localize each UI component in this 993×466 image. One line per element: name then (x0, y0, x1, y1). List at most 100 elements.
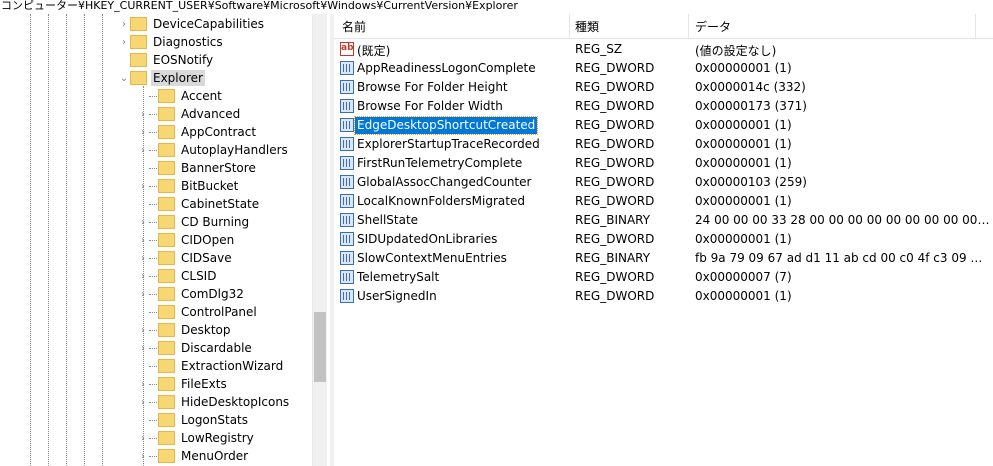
string-value-icon: ab (340, 42, 354, 56)
collapse-chevron-icon[interactable]: ⌄ (118, 69, 130, 87)
binary-value-icon (340, 137, 354, 151)
expand-chevron-icon[interactable]: › (137, 123, 149, 141)
expand-chevron-icon[interactable]: › (137, 267, 149, 285)
tree-item-comdlg32[interactable]: › ComDlg32 (137, 285, 246, 303)
tree-item-cd-burning[interactable]: › CD Burning (137, 213, 251, 231)
tree-item-label: CIDSave (181, 251, 232, 265)
tree-item-clsid[interactable]: › CLSID (137, 267, 218, 285)
value-type: REG_DWORD (575, 194, 655, 208)
tree-item-label: BannerStore (181, 161, 256, 175)
tree-scrollbar-thumb[interactable] (314, 312, 326, 382)
tree-connector (149, 311, 157, 313)
tree-item-fileexts[interactable]: › FileExts (137, 375, 229, 393)
no-expander (137, 357, 149, 375)
tree-connector (149, 239, 157, 241)
value-name: ShellState (357, 213, 419, 227)
expand-chevron-icon[interactable]: › (137, 375, 149, 393)
expand-chevron-icon[interactable]: › (137, 177, 149, 195)
tree-item-advanced[interactable]: › Advanced (137, 105, 242, 123)
value-row[interactable]: LocalKnownFoldersMigrated REG_DWORD 0x0000… (334, 192, 993, 211)
value-row[interactable]: UserSignedIn REG_DWORD 0x00000001 (1) (334, 287, 993, 306)
tree-item-desktop[interactable]: › Desktop (137, 321, 233, 339)
expand-chevron-icon[interactable]: › (137, 285, 149, 303)
column-header-data[interactable]: データ (695, 18, 731, 35)
tree-connector (149, 419, 157, 421)
tree-item-lowregistry[interactable]: › LowRegistry (137, 429, 256, 447)
folder-icon (158, 269, 175, 283)
value-row[interactable]: TelemetrySalt REG_DWORD 0x00000007 (7) (334, 268, 993, 287)
expand-chevron-icon[interactable]: › (137, 141, 149, 159)
expand-chevron-icon[interactable]: › (137, 393, 149, 411)
tree-item-accent[interactable]: Accent (137, 87, 224, 105)
value-row[interactable]: Browse For Folder Height REG_DWORD 0x00000… (334, 78, 993, 97)
binary-value-icon (340, 213, 354, 227)
expand-chevron-icon[interactable]: › (137, 447, 149, 465)
no-expander (137, 159, 149, 177)
value-row[interactable]: SIDUpdatedOnLibraries REG_DWORD 0x00000001… (334, 230, 993, 249)
tree-item-controlpanel[interactable]: ControlPanel (137, 303, 259, 321)
folder-icon (158, 341, 175, 355)
expand-chevron-icon[interactable]: › (137, 249, 149, 267)
expand-chevron-icon[interactable]: › (118, 33, 130, 51)
value-row[interactable]: FirstRunTelemetryComplete REG_DWORD 0x0000… (334, 154, 993, 173)
tree-item-diagnostics[interactable]: › Diagnostics (118, 33, 225, 51)
value-data: 0x00000001 (1) (695, 61, 792, 75)
expand-chevron-icon[interactable]: › (137, 231, 149, 249)
tree-connector (149, 293, 157, 295)
tree-item-label: ControlPanel (181, 305, 257, 319)
expand-chevron-icon[interactable]: › (118, 15, 130, 33)
value-row[interactable]: SlowContextMenuEntries REG_BINARY fb 9a 79… (334, 249, 993, 268)
tree-item-cabinetstate[interactable]: CabinetState (137, 195, 261, 213)
expand-chevron-icon[interactable]: › (137, 105, 149, 123)
value-name: GlobalAssocChangedCounter (357, 175, 532, 189)
tree-item-label: Explorer (151, 70, 205, 86)
column-header-name[interactable]: 名前 (342, 18, 366, 35)
value-type: REG_DWORD (575, 80, 655, 94)
expand-chevron-icon[interactable]: › (137, 429, 149, 447)
tree-item-label: Diagnostics (153, 35, 223, 49)
folder-icon (158, 413, 175, 427)
tree-item-cidopen[interactable]: › CIDOpen (137, 231, 236, 249)
tree-item-label: LowRegistry (181, 431, 254, 445)
value-row[interactable]: ab (既定) REG_SZ (値の設定なし) (334, 40, 993, 59)
tree-item-cidsave[interactable]: › CIDSave (137, 249, 234, 267)
folder-icon (130, 17, 147, 31)
folder-icon (130, 35, 147, 49)
tree-connector (149, 95, 157, 97)
tree-scrollbar[interactable] (312, 14, 327, 466)
tree-item-bitbucket[interactable]: › BitBucket (137, 177, 240, 195)
tree-item-appcontract[interactable]: › AppContract (137, 123, 258, 141)
folder-icon (158, 431, 175, 445)
tree-item-label: CLSID (181, 269, 217, 283)
tree-item-explorer[interactable]: ⌄ Explorer (118, 69, 205, 87)
address-bar[interactable]: コンピューター¥HKEY_CURRENT_USER¥Software¥Micro… (0, 0, 993, 14)
tree-item-discardable[interactable]: › Discardable (137, 339, 254, 357)
folder-icon (158, 107, 175, 121)
expand-chevron-icon[interactable]: › (137, 213, 149, 231)
folder-icon (158, 449, 175, 463)
value-row[interactable]: GlobalAssocChangedCounter REG_DWORD 0x0000… (334, 173, 993, 192)
value-type: REG_DWORD (575, 118, 655, 132)
tree-item-extractionwizard[interactable]: ExtractionWizard (137, 357, 285, 375)
tree-item-label: Accent (181, 89, 222, 103)
tree-item-logonstats[interactable]: LogonStats (137, 411, 250, 429)
tree-item-menuorder[interactable]: › MenuOrder (137, 447, 250, 465)
tree-item-label: CIDOpen (181, 233, 235, 247)
folder-icon (158, 233, 175, 247)
tree-item-eosnotify[interactable]: EOSNotify (118, 51, 215, 69)
value-row[interactable]: Browse For Folder Width REG_DWORD 0x000001… (334, 97, 993, 116)
column-header-type[interactable]: 種類 (575, 18, 599, 35)
value-row[interactable]: EdgeDesktopShortcutCreated REG_DWORD 0x000… (334, 116, 993, 135)
value-row[interactable]: ShellState REG_BINARY 24 00 00 00 33 28 00… (334, 211, 993, 230)
value-row[interactable]: ExplorerStartupTraceRecorded REG_DWORD 0x0… (334, 135, 993, 154)
expand-chevron-icon[interactable]: › (137, 339, 149, 357)
tree-item-autoplayhandlers[interactable]: › AutoplayHandlers (137, 141, 290, 159)
value-data: 0x00000001 (1) (695, 289, 792, 303)
tree-item-hidedesktopicons[interactable]: › HideDesktopIcons (137, 393, 291, 411)
value-row[interactable]: AppReadinessLogonComplete REG_DWORD 0x0000… (334, 59, 993, 78)
expand-chevron-icon[interactable]: › (137, 321, 149, 339)
tree-item-bannerstore[interactable]: BannerStore (137, 159, 258, 177)
binary-value-icon (340, 289, 354, 303)
tree-connector (149, 347, 157, 349)
tree-item-devicecapabilities[interactable]: › DeviceCapabilities (118, 15, 266, 33)
